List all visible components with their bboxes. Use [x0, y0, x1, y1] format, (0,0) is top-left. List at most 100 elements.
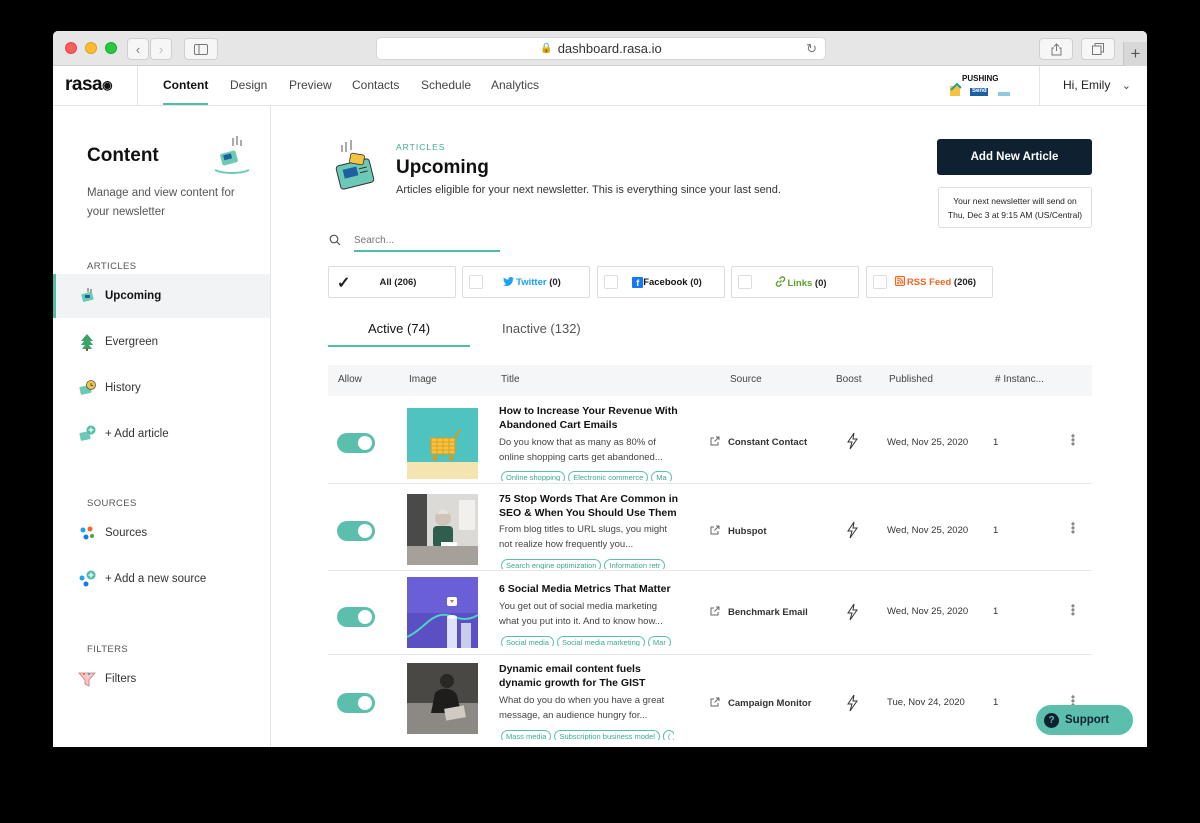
back-button[interactable]: ‹ — [127, 38, 149, 60]
filter-twitter[interactable]: Twitter (0) — [462, 266, 590, 298]
sidebar-item-upcoming[interactable]: Upcoming — [53, 274, 270, 318]
sidebar-item-add-source[interactable]: + Add a new source — [53, 557, 270, 601]
article-source[interactable]: Campaign Monitor — [710, 697, 811, 709]
checkbox[interactable] — [469, 275, 483, 289]
tag[interactable]: Mar — [647, 636, 671, 646]
tag[interactable]: Electronic commerce — [568, 471, 649, 481]
col-source[interactable]: Source — [730, 374, 762, 385]
share-button[interactable] — [1039, 38, 1073, 60]
nav-tab-contacts[interactable]: Contacts — [352, 78, 399, 92]
address-bar[interactable]: 🔒 dashboard.rasa.io ↻ — [376, 37, 826, 60]
active-tab-underline — [328, 345, 470, 347]
article-thumbnail[interactable] — [407, 408, 478, 479]
article-title[interactable]: How to Increase Your Revenue With Abando… — [499, 404, 684, 432]
filter-all[interactable]: ✓ All (206) — [328, 266, 456, 298]
row-menu-icon[interactable]: ••• — [1070, 600, 1076, 620]
tag[interactable]: Information retr — [604, 559, 666, 569]
filter-facebook[interactable]: f Facebook (0) — [597, 266, 725, 298]
boost-icon[interactable] — [846, 603, 858, 621]
filter-links[interactable]: Links (0) — [731, 266, 859, 298]
new-tab-button[interactable]: + — [1123, 42, 1147, 66]
tag[interactable]: Social media — [501, 636, 554, 646]
sidebar-item-history[interactable]: History — [53, 366, 270, 410]
sidebar-item-label: Sources — [105, 527, 148, 539]
twitter-icon — [503, 276, 515, 286]
nav-tab-content[interactable]: Content — [163, 78, 209, 105]
article-source[interactable]: Hubspot — [710, 525, 767, 537]
next-send-line2: Thu, Dec 3 at 9:15 AM (US/Central) — [947, 210, 1083, 220]
tag[interactable]: Online shopping — [501, 471, 566, 481]
forward-button[interactable]: › — [150, 38, 172, 60]
support-button[interactable]: ? Support — [1036, 705, 1133, 735]
tag[interactable]: Social media marketing — [556, 636, 645, 646]
article-title[interactable]: Dynamic email content fuels dynamic grow… — [499, 662, 684, 690]
add-new-article-button[interactable]: Add New Article — [937, 139, 1092, 175]
sidebar-section-articles: ARTICLES — [87, 261, 137, 272]
instance-count: 1 — [993, 437, 999, 448]
sidebar-item-filters[interactable]: Filters — [53, 657, 270, 701]
filter-links-count: (0) — [814, 277, 827, 289]
nav-tab-analytics[interactable]: Analytics — [491, 78, 539, 92]
col-instances[interactable]: # Instanc... — [995, 374, 1044, 385]
search-input[interactable] — [354, 230, 500, 252]
article-thumbnail[interactable] — [407, 577, 478, 648]
filter-rss-name: RSS Feed — [906, 277, 952, 288]
allow-toggle[interactable] — [337, 521, 375, 541]
article-title[interactable]: 75 Stop Words That Are Common in SEO & W… — [499, 492, 684, 520]
table-row: 75 Stop Words That Are Common in SEO & W… — [328, 484, 1092, 571]
article-title[interactable]: 6 Social Media Metrics That Matter — [499, 582, 684, 596]
source-name: Campaign Monitor — [728, 698, 812, 709]
article-source[interactable]: Benchmark Email — [710, 606, 808, 618]
table-row: 6 Social Media Metrics That Matter You g… — [328, 571, 1092, 655]
minimize-window-button[interactable] — [85, 42, 97, 54]
user-menu[interactable]: Hi, Emily ⌄ — [1063, 78, 1131, 92]
tab-active[interactable]: Active (74) — [368, 321, 430, 336]
article-tags: Online shopping Electronic commerce Ma — [501, 467, 674, 481]
sidebar-item-evergreen[interactable]: Evergreen — [53, 320, 270, 364]
published-date: Wed, Nov 25, 2020 — [887, 437, 969, 448]
checkbox[interactable] — [738, 275, 752, 289]
close-window-button[interactable] — [65, 42, 77, 54]
sidebar-item-sources[interactable]: Sources — [53, 511, 270, 555]
col-boost[interactable]: Boost — [836, 374, 862, 385]
maximize-window-button[interactable] — [105, 42, 117, 54]
boost-icon[interactable] — [846, 432, 858, 450]
tab-inactive[interactable]: Inactive (132) — [502, 321, 581, 336]
tag[interactable]: Ma — [651, 471, 672, 481]
col-allow[interactable]: Allow — [338, 374, 362, 385]
reload-icon[interactable]: ↻ — [806, 41, 817, 57]
sidebar-toggle-button[interactable] — [184, 38, 218, 60]
tag[interactable]: ( — [662, 730, 674, 740]
tag[interactable]: Subscription business model — [554, 730, 660, 740]
article-thumbnail[interactable] — [407, 663, 478, 734]
row-menu-icon[interactable]: ••• — [1070, 430, 1076, 450]
article-thumbnail[interactable] — [407, 494, 478, 565]
checkbox[interactable] — [873, 275, 887, 289]
tabs-overview-button[interactable] — [1081, 38, 1115, 60]
article-source[interactable]: Constant Contact — [710, 436, 807, 448]
col-title[interactable]: Title — [501, 374, 520, 385]
support-label: Support — [1065, 714, 1110, 726]
rasa-logo[interactable]: rasa◉ — [65, 74, 113, 96]
boost-icon[interactable] — [846, 521, 858, 539]
chevron-down-icon: ⌄ — [1121, 80, 1131, 92]
col-published[interactable]: Published — [889, 374, 933, 385]
sidebar-item-add-article[interactable]: + Add article — [53, 412, 270, 456]
allow-toggle[interactable] — [337, 607, 375, 627]
filter-facebook-count: (0) — [690, 276, 702, 288]
nav-tab-schedule[interactable]: Schedule — [421, 78, 471, 92]
sidebar-item-label: + Add article — [105, 428, 169, 440]
row-menu-icon[interactable]: ••• — [1070, 518, 1076, 538]
filter-rss[interactable]: RSS Feed (206) — [866, 266, 993, 298]
nav-tab-design[interactable]: Design — [230, 78, 267, 92]
allow-toggle[interactable] — [337, 693, 375, 713]
sidebar-item-label: History — [105, 382, 141, 394]
boost-icon[interactable] — [846, 694, 858, 712]
checkmark-icon: ✓ — [337, 275, 351, 292]
app-navbar: rasa◉ Content Design Preview Contacts Sc… — [53, 66, 1147, 106]
nav-tab-preview[interactable]: Preview — [289, 78, 332, 92]
tag[interactable]: Search engine optimization — [501, 559, 602, 569]
checkbox[interactable] — [604, 275, 618, 289]
allow-toggle[interactable] — [337, 433, 375, 453]
tag[interactable]: Mass media — [501, 730, 552, 740]
